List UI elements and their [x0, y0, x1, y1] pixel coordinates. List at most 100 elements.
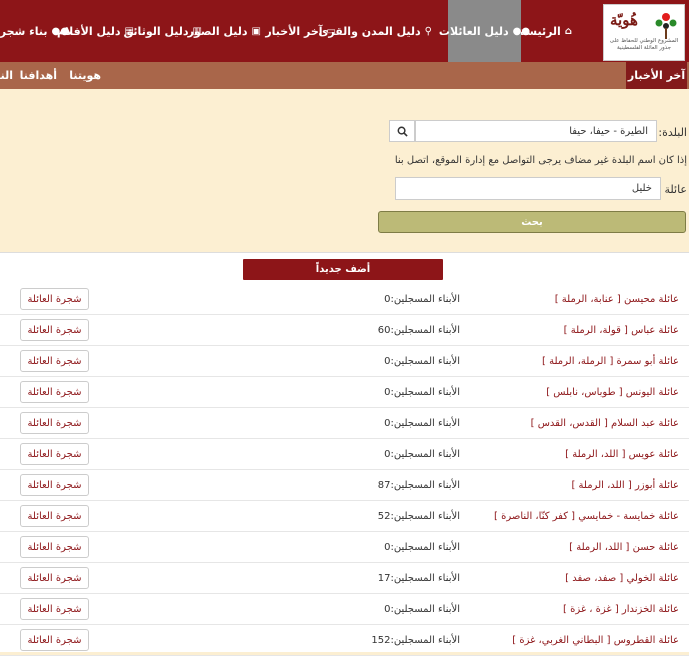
- registered-count: الأبناء المسجلين: 60: [377, 315, 460, 346]
- family-name-link[interactable]: عائلة عبد السلام [ القدس، القدس ]: [531, 408, 679, 439]
- registered-count-value: 0: [384, 387, 391, 398]
- logo-subtitle: المشروع الوطني للحفاظ على جذور العائلة ا…: [609, 38, 679, 51]
- registered-count-label: الأبناء المسجلين:: [390, 511, 460, 522]
- registered-count: الأبناء المسجلين: 152: [371, 625, 460, 656]
- registered-count-value: 152: [371, 635, 391, 646]
- family-name-link[interactable]: عائلة خمايسة - خمايسي [ كفر كنّا، الناصر…: [494, 501, 679, 532]
- subnav-goals[interactable]: أهدافنا: [20, 62, 57, 89]
- registered-count-label: الأبناء المسجلين:: [390, 325, 460, 336]
- town-input[interactable]: [415, 120, 657, 142]
- family-name-link[interactable]: عائلة عويس [ اللد، الرملة ]: [565, 439, 679, 470]
- table-row: عائلة أبو سمرة [ الرملة، الرملة ] الأبناء…: [0, 346, 689, 377]
- registered-count-label: الأبناء المسجلين:: [390, 573, 460, 584]
- family-tree-button[interactable]: شجرة العائلة: [20, 443, 89, 465]
- add-new-button[interactable]: أضف جديداً: [243, 259, 443, 280]
- family-name-link[interactable]: عائلة القطروس [ البطاني الغربي، غزة ]: [512, 625, 679, 656]
- family-tree-button[interactable]: شجرة العائلة: [20, 629, 89, 651]
- family-name-link[interactable]: عائلة الخولي [ صفد، صفد ]: [565, 563, 679, 594]
- film-icon: ▤: [124, 25, 134, 37]
- registered-count-value: 87: [377, 480, 391, 491]
- registered-count-value: 52: [377, 511, 391, 522]
- table-row: عائلة عباس [ قولة، الرملة ] الأبناء المسج…: [0, 315, 689, 346]
- table-row: عائلة اليونس [ طوباس، نابلس ] الأبناء الم…: [0, 377, 689, 408]
- registered-count-label: الأبناء المسجلين:: [390, 294, 460, 305]
- table-row: عائلة حسن [ اللد، الرملة ] الأبناء المسجل…: [0, 532, 689, 563]
- registered-count-label: الأبناء المسجلين:: [390, 480, 460, 491]
- registered-count-value: 0: [384, 449, 391, 460]
- home-icon: ⌂: [564, 25, 572, 37]
- family-name-link[interactable]: عائلة أبو سمرة [ الرملة، الرملة ]: [542, 346, 679, 377]
- family-tree-button[interactable]: شجرة العائلة: [20, 598, 89, 620]
- family-tree-button[interactable]: شجرة العائلة: [20, 381, 89, 403]
- family-name-link[interactable]: عائلة حسن [ اللد، الرملة ]: [569, 532, 679, 563]
- registered-count-value: 0: [384, 294, 391, 305]
- registered-count-label: الأبناء المسجلين:: [390, 387, 460, 398]
- nav-families[interactable]: ●● دليل العائلات: [439, 0, 530, 62]
- registered-count-value: 60: [377, 325, 391, 336]
- town-note: إذا كان اسم البلدة غير مضاف يرجى التواصل…: [394, 155, 687, 166]
- registered-count-label: الأبناء المسجلين:: [390, 604, 460, 615]
- newspaper-icon: ▭: [326, 25, 336, 37]
- family-name-link[interactable]: عائلة الخزندار [ غزة ، غزة ]: [563, 594, 679, 625]
- family-tree-button[interactable]: شجرة العائلة: [20, 536, 89, 558]
- family-input[interactable]: [395, 177, 661, 200]
- table-row: عائلة الخولي [ صفد، صفد ] الأبناء المسجلي…: [0, 563, 689, 594]
- family-tree-logo-icon: [655, 13, 677, 39]
- search-submit-button[interactable]: بحث: [378, 211, 686, 233]
- secondary-navbar: آخر الأخبار هويتنا أهدافنا النـ: [0, 62, 689, 89]
- town-search-button[interactable]: [389, 120, 415, 142]
- registered-count-label: الأبناء المسجلين:: [390, 635, 460, 646]
- registered-count-value: 0: [384, 604, 391, 615]
- family-name-link[interactable]: عائلة عباس [ قولة، الرملة ]: [564, 315, 679, 346]
- picture-icon: ▣: [251, 25, 261, 37]
- registered-count: الأبناء المسجلين: 0: [380, 439, 460, 470]
- nav-build-tree[interactable]: ●●بناء شجرة العائلة: [0, 0, 69, 62]
- family-tree-button[interactable]: شجرة العائلة: [20, 412, 89, 434]
- registered-count: الأبناء المسجلين: 52: [377, 501, 460, 532]
- family-tree-button[interactable]: شجرة العائلة: [20, 319, 89, 341]
- registered-count-value: 0: [384, 356, 391, 367]
- table-row: عائلة أبوزر [ اللد، الرملة ] الأبناء المس…: [0, 470, 689, 501]
- registered-count-label: الأبناء المسجلين:: [390, 418, 460, 429]
- table-row: عائلة خمايسة - خمايسي [ كفر كنّا، الناصر…: [0, 501, 689, 532]
- registered-count: الأبناء المسجلين: 0: [380, 284, 460, 315]
- registered-count-label: الأبناء المسجلين:: [390, 542, 460, 553]
- table-row: عائلة القطروس [ البطاني الغربي، غزة ] الأ…: [0, 625, 689, 656]
- registered-count: الأبناء المسجلين: 0: [380, 346, 460, 377]
- family-name-link[interactable]: عائلة أبوزر [ اللد، الرملة ]: [571, 470, 679, 501]
- family-name-link[interactable]: عائلة محيسن [ عنابة، الرملة ]: [555, 284, 679, 315]
- subnav-more[interactable]: النـ: [0, 62, 13, 89]
- family-label: عائلة: [664, 183, 687, 196]
- family-tree-button[interactable]: شجرة العائلة: [20, 505, 89, 527]
- family-tree-button[interactable]: شجرة العائلة: [20, 288, 89, 310]
- book-icon: ▥: [192, 25, 202, 37]
- top-navbar: هُويّة المشروع الوطني للحفاظ على جذور ال…: [0, 0, 689, 62]
- table-row: عائلة عويس [ اللد، الرملة ] الأبناء المسج…: [0, 439, 689, 470]
- map-marker-icon: ⚲: [424, 25, 432, 37]
- family-tree-button[interactable]: شجرة العائلة: [20, 350, 89, 372]
- search-icon: [397, 126, 408, 137]
- table-row: عائلة محيسن [ عنابة، الرملة ] الأبناء الم…: [0, 284, 689, 315]
- table-row: عائلة الخزندار [ غزة ، غزة ] الأبناء المس…: [0, 594, 689, 625]
- family-tree-button[interactable]: شجرة العائلة: [20, 474, 89, 496]
- registered-count: الأبناء المسجلين: 0: [380, 532, 460, 563]
- nav-news[interactable]: ▭ آخر الأخبار: [265, 0, 336, 62]
- registered-count-value: 17: [377, 573, 391, 584]
- families-panel: أضف جديداً عائلة محيسن [ عنابة، الرملة ]…: [0, 252, 689, 656]
- subnav-identity[interactable]: هويتنا: [69, 62, 101, 89]
- site-logo[interactable]: هُويّة المشروع الوطني للحفاظ على جذور ال…: [603, 4, 685, 61]
- users-icon: ●●: [512, 25, 531, 37]
- registered-count: الأبناء المسجلين: 0: [380, 377, 460, 408]
- family-tree-button[interactable]: شجرة العائلة: [20, 567, 89, 589]
- registered-count-label: الأبناء المسجلين:: [390, 356, 460, 367]
- subnav-latest-news[interactable]: آخر الأخبار: [626, 62, 687, 89]
- family-name-link[interactable]: عائلة اليونس [ طوباس، نابلس ]: [546, 377, 679, 408]
- nav-documents[interactable]: ▥ دليل الوثائق: [124, 0, 202, 62]
- registered-count-value: 0: [384, 542, 391, 553]
- registered-count: الأبناء المسجلين: 17: [377, 563, 460, 594]
- table-row: عائلة عبد السلام [ القدس، القدس ] الأبناء…: [0, 408, 689, 439]
- registered-count: الأبناء المسجلين: 0: [380, 594, 460, 625]
- registered-count-label: الأبناء المسجلين:: [390, 449, 460, 460]
- registered-count-value: 0: [384, 418, 391, 429]
- town-label: البلدة:: [658, 126, 687, 139]
